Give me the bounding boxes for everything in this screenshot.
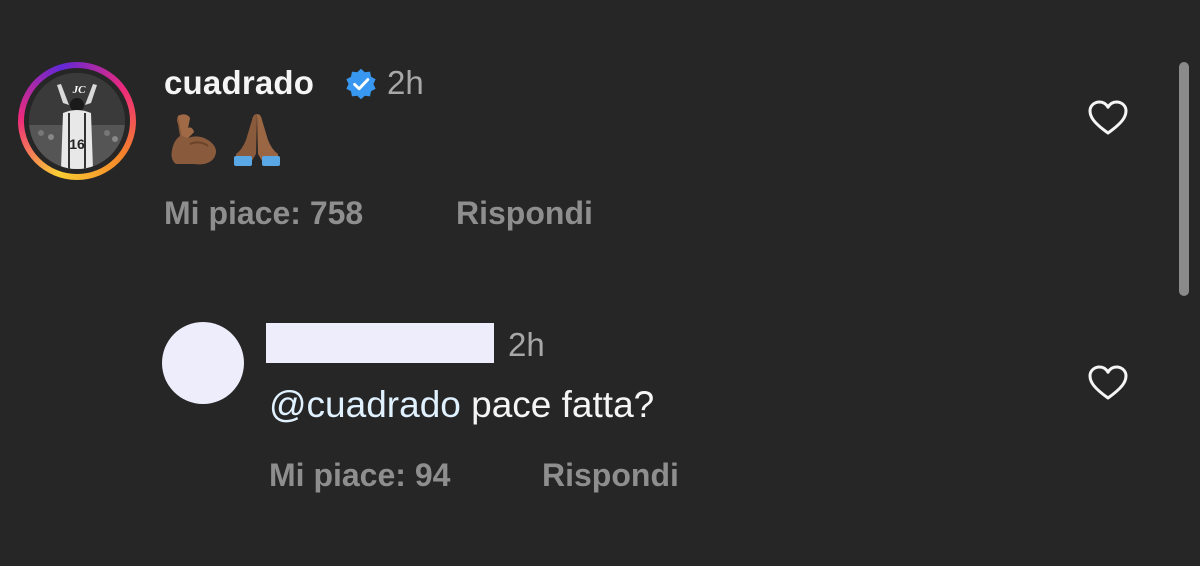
reply-mention-link[interactable]: @cuadrado <box>269 384 461 425</box>
reply-reply-button[interactable]: Rispondi <box>542 457 679 494</box>
reply-username-redacted[interactable] <box>266 323 494 363</box>
svg-text:16: 16 <box>69 136 85 152</box>
reply-text: @cuadrado pace fatta? <box>269 384 654 426</box>
comment-username[interactable]: cuadrado <box>164 64 314 102</box>
flexed-biceps-emoji-icon <box>171 114 216 165</box>
folded-hands-emoji-icon <box>234 114 280 166</box>
svg-text:JC: JC <box>72 84 87 96</box>
profile-photo-icon: 16 JC <box>29 73 125 169</box>
reply-avatar[interactable] <box>162 322 244 404</box>
reply-like-heart-icon[interactable] <box>1088 365 1128 401</box>
verified-badge-icon <box>346 68 376 100</box>
reply-likes[interactable]: Mi piace: 94 <box>269 457 450 494</box>
reply-body: pace fatta? <box>471 384 655 425</box>
like-heart-icon[interactable] <box>1088 100 1128 136</box>
comment-reply-button[interactable]: Rispondi <box>456 195 593 232</box>
comment-likes[interactable]: Mi piace: 758 <box>164 195 363 232</box>
comment-text <box>168 110 286 172</box>
avatar: 16 JC <box>29 73 125 169</box>
reply-timestamp: 2h <box>508 326 545 363</box>
scrollbar[interactable] <box>1179 62 1189 296</box>
avatar-story-ring[interactable]: 16 JC <box>18 62 136 180</box>
comment-timestamp: 2h <box>387 64 424 101</box>
